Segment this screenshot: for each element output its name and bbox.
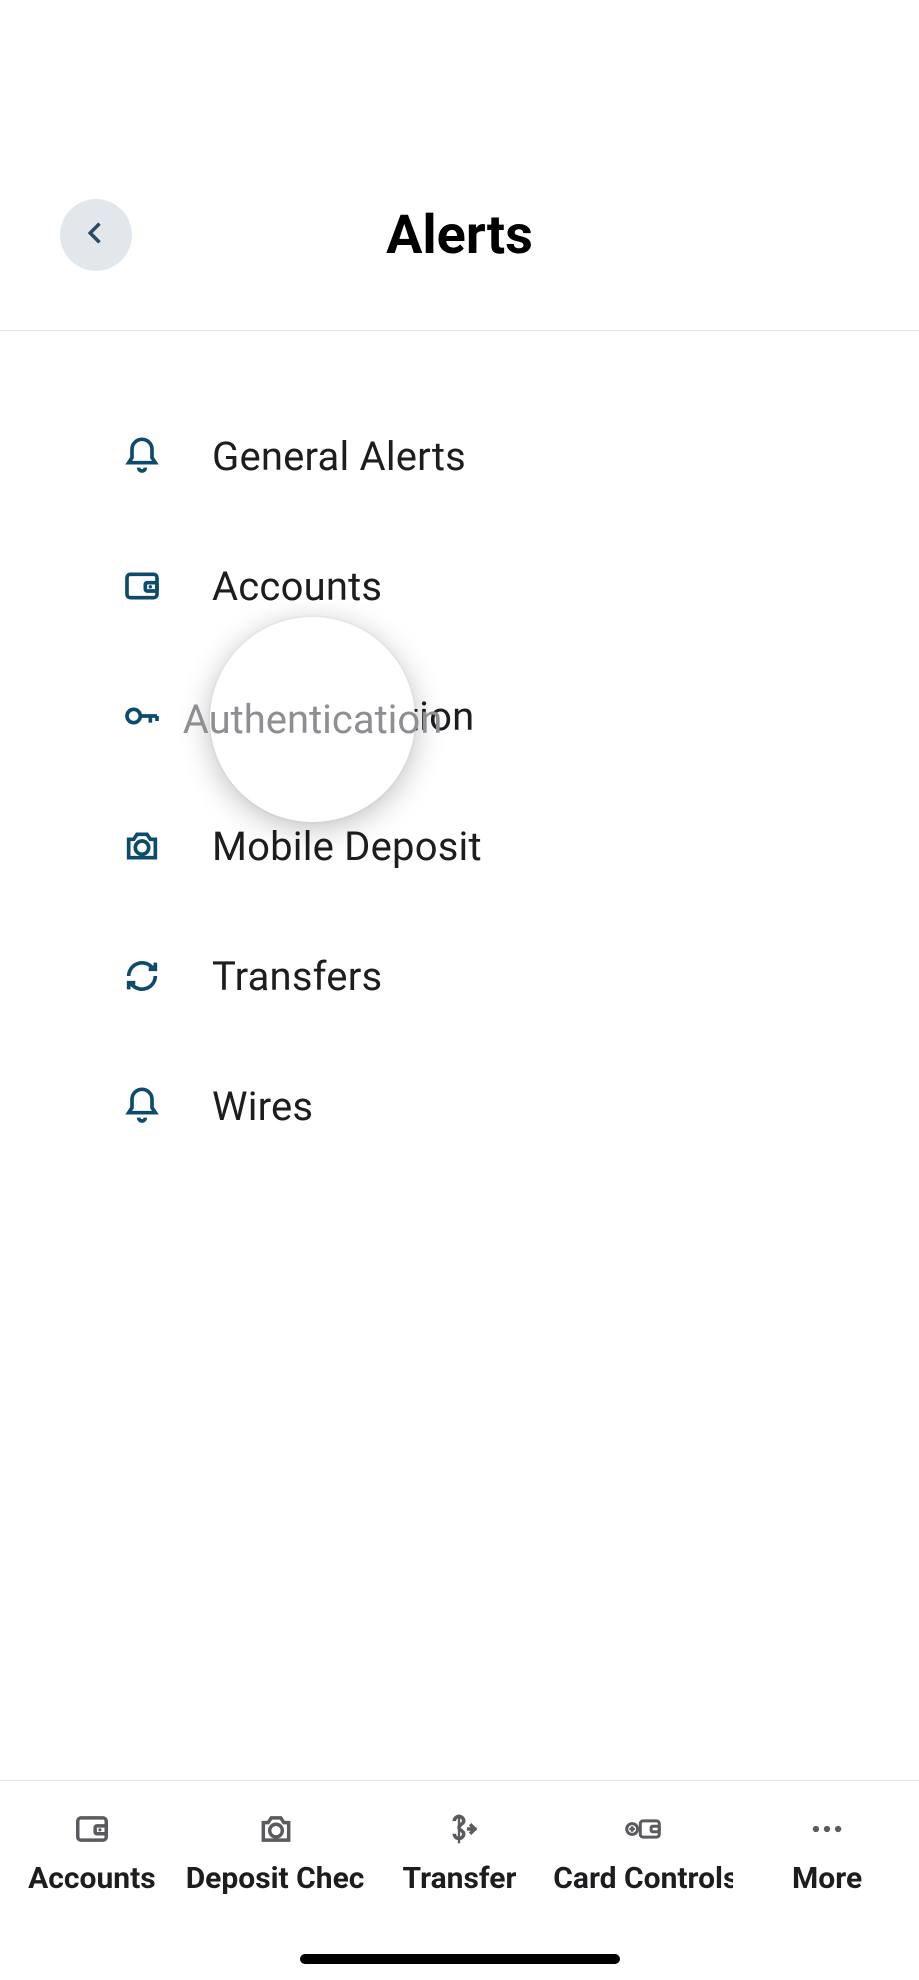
home-indicator: [300, 1954, 620, 1964]
alert-item-label: Wires: [212, 1083, 313, 1130]
alert-item-transfers[interactable]: Transfers: [0, 911, 919, 1041]
alert-item-authentication[interactable]: Authentication: [0, 651, 919, 781]
alert-item-label: Transfers: [212, 953, 382, 1000]
alert-item-label: General Alerts: [212, 433, 466, 480]
page-title: Alerts: [386, 204, 533, 267]
tab-card-controls[interactable]: Card Controls: [551, 1809, 735, 1896]
dots-icon: [807, 1809, 847, 1849]
alert-item-mobile-deposit[interactable]: Mobile Deposit: [0, 781, 919, 911]
tab-label: Transfer: [403, 1861, 517, 1896]
tab-deposit-check[interactable]: Deposit Check: [184, 1809, 368, 1896]
tab-label: Deposit Check: [186, 1861, 366, 1896]
tab-bar: Accounts Deposit Check Transfer Card Con…: [0, 1780, 919, 1980]
tab-label: Accounts: [28, 1861, 156, 1896]
tab-label: Card Controls: [553, 1861, 733, 1896]
key-icon: [118, 692, 166, 740]
refresh-icon: [118, 952, 166, 1000]
back-button[interactable]: [60, 199, 132, 271]
bell-icon: [118, 432, 166, 480]
camera-icon: [256, 1809, 296, 1849]
alert-item-label: Mobile Deposit: [212, 823, 482, 870]
alert-item-wires[interactable]: Wires: [0, 1041, 919, 1171]
chevron-left-icon: [82, 219, 110, 251]
tab-accounts[interactable]: Accounts: [0, 1809, 184, 1896]
wallet-icon: [118, 562, 166, 610]
tab-transfer[interactable]: Transfer: [368, 1809, 552, 1896]
card-plus-icon: [623, 1809, 663, 1849]
alert-item-accounts[interactable]: Accounts: [0, 521, 919, 651]
alert-item-label: Accounts: [212, 563, 382, 610]
bell-icon: [118, 1082, 166, 1130]
status-bar-spacer: [0, 0, 919, 140]
alert-item-label: Authentication: [212, 693, 474, 740]
header: Alerts: [0, 140, 919, 331]
alert-item-general-alerts[interactable]: General Alerts: [0, 391, 919, 521]
dollar-arrow-icon: [439, 1809, 479, 1849]
camera-icon: [118, 822, 166, 870]
alert-categories-list: General Alerts Accounts Authentication M…: [0, 331, 919, 1171]
wallet-icon: [72, 1809, 112, 1849]
tab-more[interactable]: More: [735, 1809, 919, 1896]
tab-label: More: [792, 1861, 862, 1896]
